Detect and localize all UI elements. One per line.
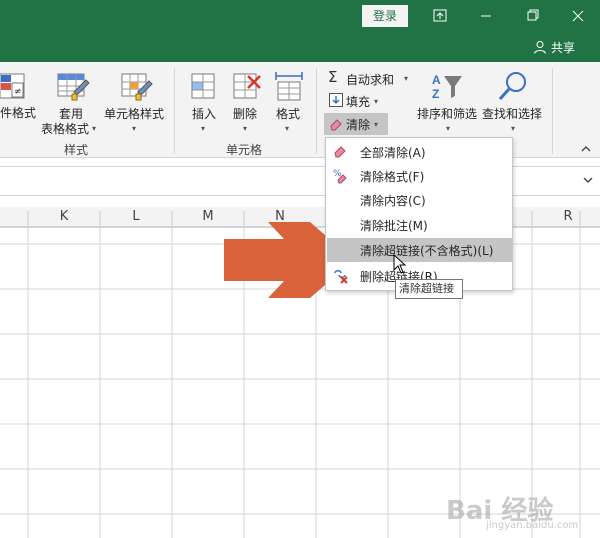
- menu-item-label: 清除超链接(不含格式)(L): [360, 244, 494, 258]
- cells-group-label: 单元格: [226, 143, 263, 157]
- autosum-caret: ▾: [404, 74, 409, 83]
- ribbon-display-icon[interactable]: [422, 4, 458, 28]
- svg-text:≠: ≠: [14, 87, 22, 97]
- delete-caret: ▾: [243, 124, 248, 133]
- mouse-cursor-icon: [393, 254, 407, 274]
- clear-dropdown-menu: 全部清除(A) % 清除格式(F) 清除内容(C) 清除批注(M) 清除超链接(…: [325, 137, 513, 291]
- clear-button[interactable]: 清除 ▾: [324, 113, 388, 135]
- tooltip: 清除超链接: [395, 279, 463, 299]
- menu-item-label: 清除格式(F): [360, 170, 425, 184]
- clear-caret: ▾: [374, 120, 379, 129]
- search-icon: [498, 72, 526, 101]
- format-cells-icon: [275, 72, 303, 101]
- find-select-caret: ▾: [511, 124, 516, 133]
- table-format-label-2: 表格格式: [41, 122, 90, 136]
- svg-text:Z: Z: [432, 87, 439, 101]
- eraser-icon: [330, 119, 342, 131]
- sort-filter-label: 排序和筛选: [417, 107, 478, 121]
- clear-label: 清除: [346, 118, 371, 132]
- table-format-caret: ▾: [92, 124, 97, 133]
- delete-cells-icon: [233, 73, 261, 99]
- conditional-format-icon: ≠: [0, 73, 25, 99]
- sigma-icon: Σ: [328, 68, 338, 86]
- autosum-label: 自动求和: [346, 73, 395, 87]
- menu-item-clear-all[interactable]: 全部清除(A): [327, 140, 512, 164]
- expand-formula-bar-icon[interactable]: [582, 175, 594, 185]
- group-divider: [174, 68, 175, 154]
- minimize-icon[interactable]: [468, 4, 504, 28]
- cell-styles-label: 单元格样式: [104, 107, 165, 121]
- styles-group-label: 样式: [64, 143, 89, 157]
- menu-item-clear-contents[interactable]: 清除内容(C): [327, 188, 512, 212]
- login-button[interactable]: 登录: [362, 5, 408, 27]
- insert-caret: ▾: [201, 124, 206, 133]
- eraser-icon: [334, 146, 346, 158]
- cell-styles-icon: [121, 73, 153, 101]
- menu-item-clear-hyperlinks[interactable]: 清除超链接(不含格式)(L): [327, 238, 512, 262]
- collapse-ribbon-icon[interactable]: [580, 144, 592, 154]
- watermark-sub: jingyan.baidu.com: [486, 520, 579, 531]
- menu-item-clear-formats[interactable]: % 清除格式(F): [327, 164, 512, 188]
- svg-text:A: A: [432, 73, 441, 87]
- menu-item-label: 全部清除(A): [360, 146, 426, 160]
- share-label: 共享: [551, 41, 576, 55]
- person-icon: [534, 41, 546, 54]
- menu-item-clear-comments[interactable]: 清除批注(M): [327, 213, 512, 237]
- sort-filter-caret: ▾: [446, 124, 451, 133]
- insert-cells-icon: [191, 73, 215, 99]
- conditional-format-label: 件格式: [0, 106, 37, 120]
- table-format-icon: [57, 73, 90, 101]
- fill-label: 填充: [346, 95, 371, 109]
- restore-icon[interactable]: [514, 4, 550, 28]
- format-label: 格式: [276, 107, 301, 121]
- cell-styles-caret: ▾: [132, 124, 137, 133]
- clear-format-icon: %: [333, 169, 347, 184]
- sort-filter-icon: A Z: [432, 73, 462, 101]
- close-icon[interactable]: [560, 4, 596, 28]
- title-bar: 登录 共享: [0, 0, 600, 62]
- insert-label: 插入: [192, 107, 217, 121]
- delete-label: 删除: [233, 107, 258, 121]
- group-divider: [316, 68, 317, 154]
- format-caret: ▾: [285, 124, 290, 133]
- fill-caret: ▾: [374, 97, 379, 106]
- menu-item-label: 清除内容(C): [360, 194, 426, 208]
- remove-hyperlink-icon: [334, 270, 348, 284]
- find-select-label: 查找和选择: [482, 107, 543, 121]
- fill-down-icon: [329, 93, 343, 107]
- menu-item-label: 清除批注(M): [360, 219, 428, 233]
- watermark: Bai 经验 jingyan.baidu.com: [446, 488, 596, 532]
- group-divider: [552, 68, 553, 154]
